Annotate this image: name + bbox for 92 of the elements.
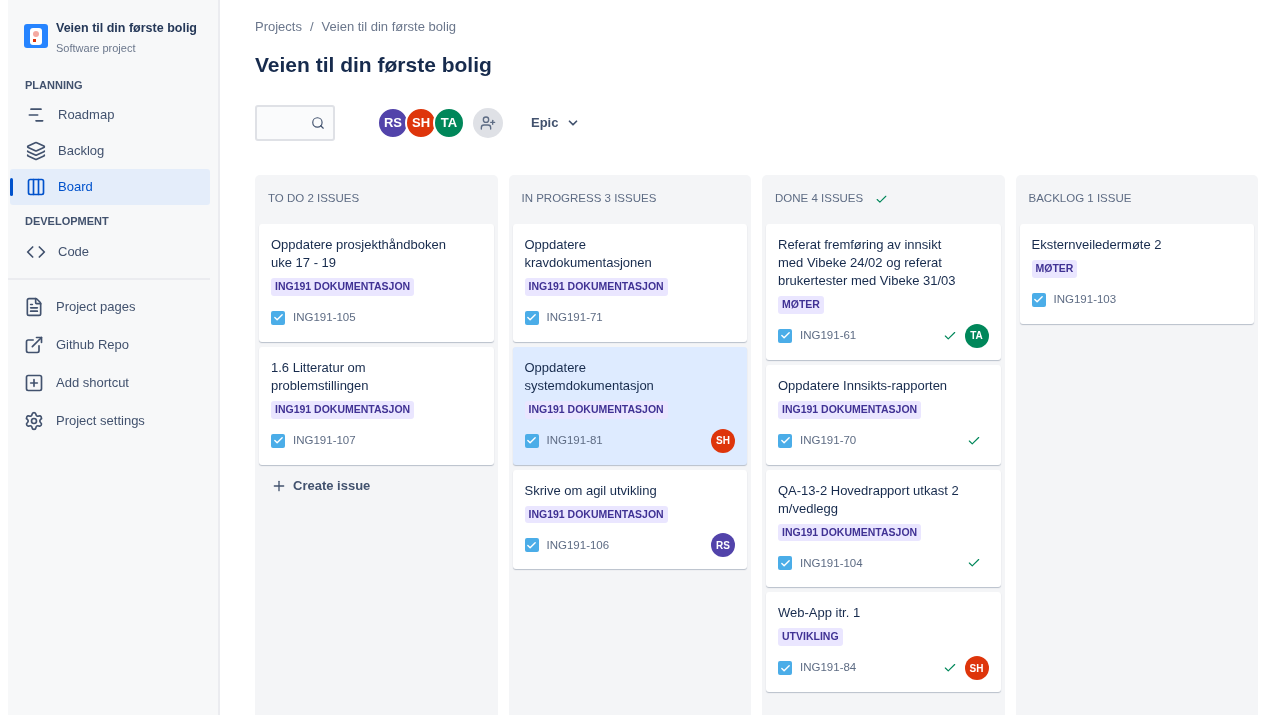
add-user-icon [480,115,496,131]
avatar[interactable]: RS [377,107,409,139]
issue-key[interactable]: ING191-61 [800,327,857,345]
page-icon [24,296,44,317]
issue-title: Eksternveiledermøte 2 [1031,236,1163,254]
breadcrumb-separator: / [309,18,314,36]
issue-card[interactable]: Oppdatere prosjekthåndboken uke 17 - 19 ING191 DOKUMENTASJON ING191-105 [259,224,494,342]
avatar[interactable]: RS [711,533,735,558]
story-icon [778,661,792,675]
story-icon [271,310,285,325]
add-people-button[interactable] [473,108,503,138]
search-field[interactable] [255,105,335,141]
avatar[interactable]: TA [433,107,465,139]
issue-key[interactable]: ING191-81 [546,431,603,450]
issue-key[interactable]: ING191-103 [1053,291,1117,309]
add-shortcut-icon [24,372,44,393]
search-icon [311,116,325,130]
epic-label: ING191 DOKUMENTASJON [778,400,922,419]
column-title: TO DO 2 ISSUES [268,191,360,207]
roadmap-icon [26,105,46,125]
sidebar-link[interactable]: Add shortcut [8,363,218,402]
create-issue-button[interactable]: Create issue [259,469,494,502]
epic-label: ING191 DOKUMENTASJON [524,278,668,296]
avatar[interactable]: SH [964,656,989,680]
project-type: Software project [56,41,137,56]
column-title: IN PROGRESS 3 ISSUES [521,191,657,207]
breadcrumb-link[interactable]: Projects [255,17,302,37]
issue-title: Skrive om agil utvikling [524,481,658,500]
story-icon [524,433,539,448]
issue-key[interactable]: ING191-104 [800,554,863,572]
issue-card[interactable]: 1.6 Litteratur om problemstillingen ING191 DOKUMENTASJON ING191-107 [259,346,494,465]
settings-icon [24,410,44,431]
section-heading: DEVELOPMENT [24,214,110,229]
epic-label: ING191 DOKUMENTASJON [524,505,668,524]
story-icon [778,433,792,448]
avatar[interactable]: SH [405,107,437,139]
sidebar-item[interactable]: Backlog [10,133,210,169]
issue-title: QA-13-2 Hovedrapport utkast 2 m/vedlegg [778,481,960,518]
issue-title: Web-App itr. 1 [778,604,862,623]
story-icon [1031,292,1046,307]
epic-filter[interactable]: Epic [523,107,589,139]
issue-card[interactable]: Oppdatere systemdokumentasjon ING191 DOKUMENTASJON ING191-81 SH [512,346,747,465]
breadcrumb-link[interactable]: Veien til din første bolig [321,17,456,37]
story-icon [524,310,539,325]
avatar[interactable]: TA [964,323,989,348]
epic-label: ING191 DOKUMENTASJON [271,400,415,419]
issue-key[interactable]: ING191-105 [293,309,356,327]
issue-card[interactable]: Oppdatere kravdokumentasjonen ING191 DOKUMENTASJON ING191-71 [512,224,747,342]
section-heading: PLANNING [24,77,84,93]
external-link-icon [24,334,44,355]
column-title: BACKLOG 1 ISSUE [1028,191,1132,207]
epic-label: ING191 DOKUMENTASJON [271,278,415,296]
backlog-icon [26,141,46,161]
issue-title: Oppdatere kravdokumentasjonen [524,236,653,272]
issue-card[interactable]: Web-App itr. 1 UTVIKLING ING191-84 SH [766,592,1001,692]
issue-title: 1.6 Litteratur om problemstillingen [271,358,370,395]
issue-key[interactable]: ING191-84 [800,659,857,677]
sidebar-link[interactable]: Project settings [8,401,218,440]
avatar[interactable]: SH [711,428,735,453]
sidebar-item[interactable]: Code [10,233,210,270]
page-title: Veien til din første bolig [255,51,493,78]
issue-card[interactable]: Oppdatere Innsikts-rapporten ING191 DOKUMENTASJON ING191-70 [766,364,1001,465]
column-title: DONE 4 ISSUES [775,191,864,207]
issue-title: Referat fremføring av innsikt med Vibeke 24/02 og referat brukertester med Vibeke 31/03 [778,236,957,290]
epic-label: MØTER [1031,260,1078,278]
sidebar-item[interactable]: Roadmap [10,97,210,133]
issue-card[interactable]: Referat fremføring av innsikt med Vibeke 24/02 og referat brukertester med Vibeke 31/03 MØTER ING191-61 TA [766,224,1001,360]
issue-card[interactable]: Eksternveiledermøte 2 MØTER ING191-103 [1019,224,1254,324]
sidebar-link[interactable]: Project pages [8,287,218,326]
issue-key[interactable]: ING191-107 [293,431,356,450]
issue-card[interactable]: Skrive om agil utvikling ING191 DOKUMENTASJON ING191-106 RS [512,469,747,570]
sidebar-item[interactable]: Board [10,169,210,205]
story-icon [271,433,285,448]
issue-title: Oppdatere systemdokumentasjon [524,358,655,395]
project-avatar-icon [24,24,48,48]
story-icon [778,556,792,571]
issue-key[interactable]: ING191-71 [546,309,603,327]
epic-label: MØTER [778,296,824,314]
epic-label: ING191 DOKUMENTASJON [524,400,668,419]
selection-indicator [10,178,13,196]
project-name: Veien til din første bolig [56,20,197,36]
sidebar-link[interactable]: Github Repo [8,325,218,364]
epic-label: ING191 DOKUMENTASJON [778,523,922,542]
issue-title: Oppdatere prosjekthåndboken uke 17 - 19 [271,236,447,272]
board-icon [26,177,46,197]
issue-key[interactable]: ING191-106 [546,536,610,554]
issue-card[interactable]: QA-13-2 Hovedrapport utkast 2 m/vedlegg ING191 DOKUMENTASJON ING191-104 [766,469,1001,588]
issue-title: Oppdatere Innsikts-rapporten [778,376,949,395]
epic-label: UTVIKLING [778,628,843,646]
issue-key[interactable]: ING191-70 [800,431,857,450]
story-icon [524,538,539,553]
story-icon [778,328,792,343]
